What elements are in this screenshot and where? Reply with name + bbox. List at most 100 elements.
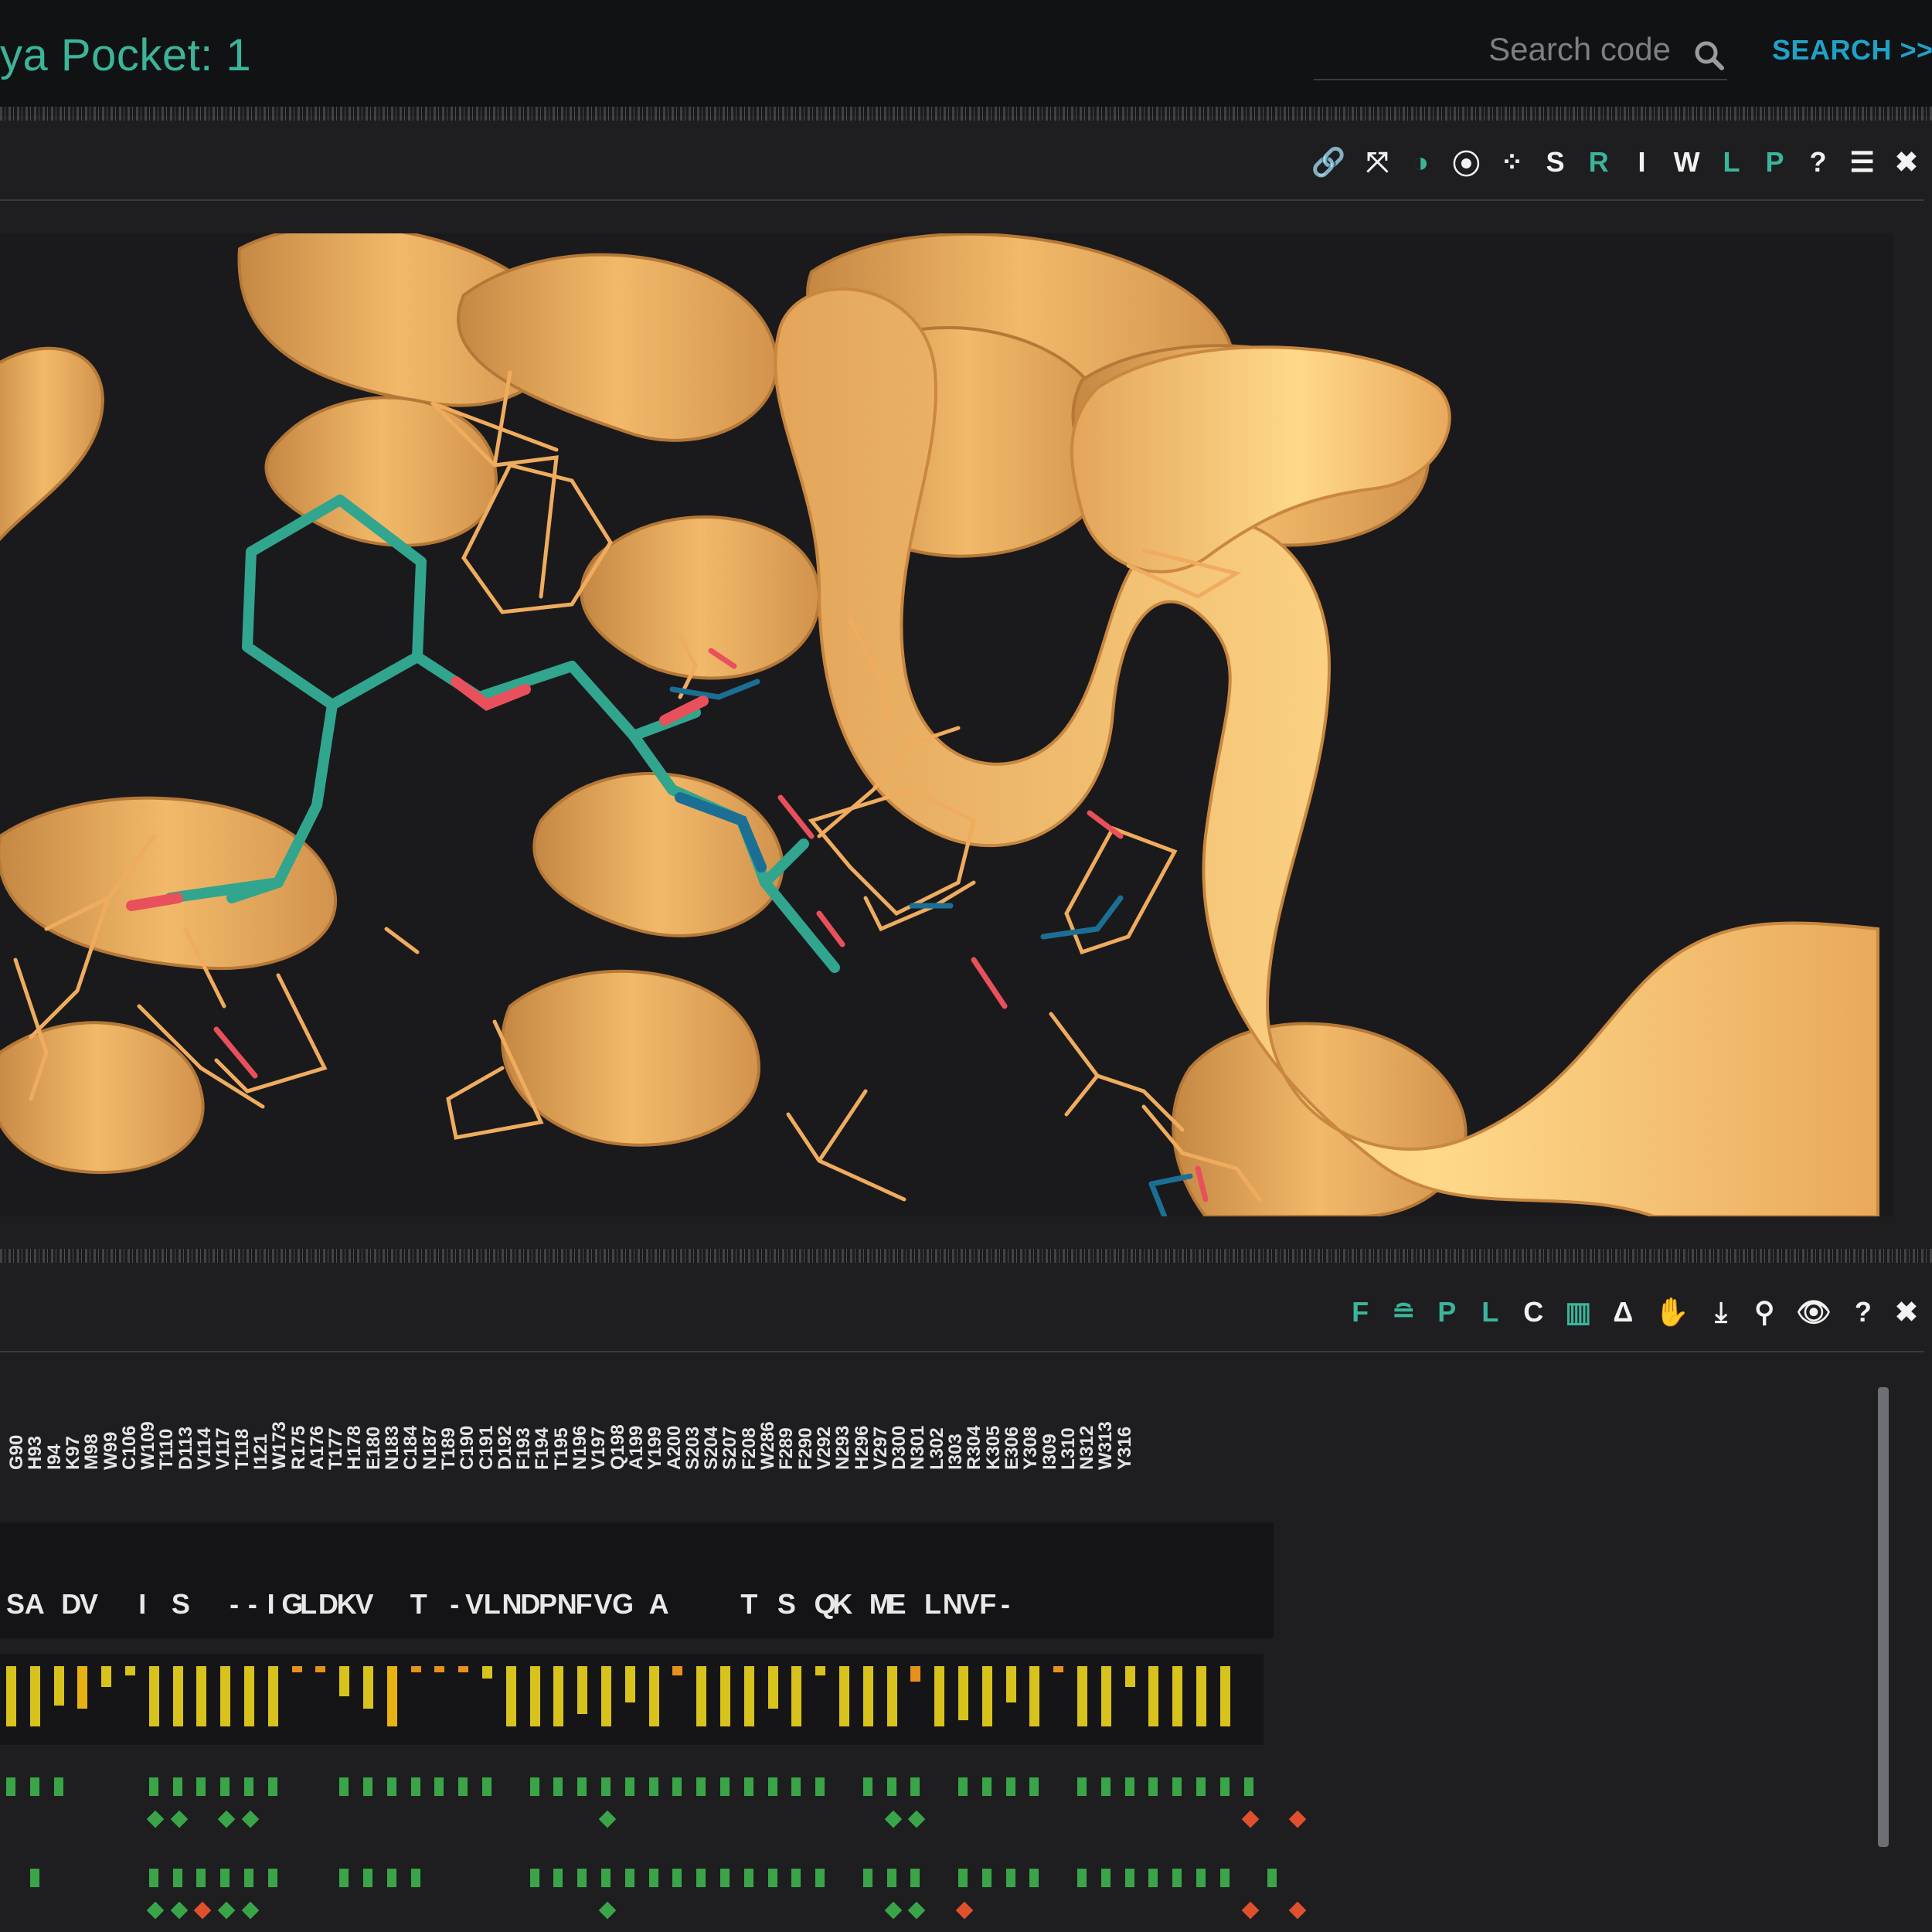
s-toggle[interactable]: S: [1544, 145, 1567, 179]
interaction-marker[interactable]: [791, 1869, 801, 1887]
sequence-letter[interactable]: -: [226, 1588, 242, 1621]
interaction-marker[interactable]: [577, 1869, 587, 1887]
interaction-marker[interactable]: [958, 1777, 968, 1796]
interaction-marker[interactable]: [1077, 1777, 1087, 1796]
interaction-marker[interactable]: [1100, 1869, 1111, 1887]
p-toggle[interactable]: P: [1435, 1295, 1458, 1329]
interaction-marker[interactable]: [886, 1777, 896, 1796]
interaction-marker[interactable]: [1172, 1869, 1182, 1887]
interaction-marker[interactable]: [767, 1869, 777, 1887]
sequence-letter[interactable]: G: [281, 1588, 303, 1621]
sequence-letter[interactable]: V: [961, 1588, 980, 1621]
interaction-marker[interactable]: [386, 1777, 396, 1796]
interaction-marker[interactable]: [648, 1777, 658, 1796]
interaction-marker[interactable]: [196, 1777, 206, 1796]
interaction-marker[interactable]: [981, 1869, 992, 1887]
interaction-marker[interactable]: [1219, 1869, 1230, 1887]
interaction-marker[interactable]: [1148, 1777, 1158, 1796]
interaction-marker[interactable]: [1124, 1869, 1134, 1887]
sequence-letter[interactable]: E: [887, 1588, 906, 1621]
interaction-marker[interactable]: [29, 1869, 39, 1887]
interaction-marker[interactable]: [958, 1869, 968, 1887]
zoom-icon[interactable]: ⚲: [1753, 1295, 1776, 1329]
sequence-letter[interactable]: F: [576, 1588, 593, 1621]
sequence-letter[interactable]: P: [539, 1588, 557, 1621]
interaction-marker[interactable]: [1243, 1777, 1253, 1796]
interaction-marker[interactable]: [886, 1869, 896, 1887]
interaction-marker[interactable]: [601, 1869, 611, 1887]
interaction-diamond[interactable]: [1288, 1901, 1307, 1920]
residue-label[interactable]: W173: [269, 1421, 291, 1470]
l-toggle[interactable]: L: [1478, 1295, 1502, 1329]
interaction-marker[interactable]: [6, 1777, 15, 1796]
target-icon[interactable]: ⦿: [1452, 145, 1480, 180]
interaction-marker[interactable]: [29, 1777, 39, 1796]
interaction-marker[interactable]: [862, 1777, 872, 1796]
interaction-marker[interactable]: [624, 1869, 634, 1887]
interaction-marker[interactable]: [743, 1869, 753, 1887]
c-toggle[interactable]: C: [1522, 1295, 1545, 1329]
interaction-marker[interactable]: [1148, 1869, 1158, 1887]
help-icon[interactable]: ?: [1807, 145, 1830, 179]
interaction-marker[interactable]: [1196, 1777, 1206, 1796]
sequence-letter[interactable]: F: [979, 1588, 996, 1621]
search-input[interactable]: [1314, 23, 1672, 76]
interaction-marker[interactable]: [148, 1869, 158, 1887]
interaction-marker[interactable]: [553, 1869, 563, 1887]
sequence-letter[interactable]: -: [245, 1588, 260, 1621]
sequence-letter[interactable]: M: [869, 1588, 893, 1621]
interaction-marker[interactable]: [244, 1777, 253, 1796]
sequence-letter[interactable]: S: [6, 1588, 25, 1621]
interaction-marker[interactable]: [172, 1869, 182, 1887]
sequence-letter[interactable]: -: [447, 1588, 462, 1621]
interaction-marker[interactable]: [363, 1869, 372, 1887]
interaction-marker[interactable]: [815, 1777, 825, 1796]
sequence-letter[interactable]: I: [134, 1588, 150, 1621]
interaction-marker[interactable]: [196, 1869, 206, 1887]
w-toggle[interactable]: W: [1674, 145, 1700, 179]
interaction-marker[interactable]: [981, 1777, 992, 1796]
i-toggle[interactable]: I: [1631, 145, 1654, 179]
interaction-marker[interactable]: [696, 1869, 706, 1887]
residue-label[interactable]: Y308: [1020, 1427, 1042, 1470]
sequence-letter[interactable]: S: [172, 1588, 190, 1621]
sequence-letter[interactable]: K: [832, 1588, 852, 1621]
l-toggle[interactable]: L: [1720, 145, 1743, 179]
interaction-marker[interactable]: [1029, 1869, 1039, 1887]
bar-chart-icon[interactable]: ▥: [1565, 1295, 1591, 1329]
interaction-marker[interactable]: [672, 1869, 682, 1887]
sequence-letter[interactable]: V: [594, 1588, 612, 1621]
interaction-marker[interactable]: [1005, 1777, 1015, 1796]
interaction-marker[interactable]: [244, 1869, 253, 1887]
r-toggle[interactable]: R: [1587, 145, 1611, 179]
molecule-viewer[interactable]: [0, 233, 1893, 1216]
interaction-marker[interactable]: [1172, 1777, 1182, 1796]
interaction-marker[interactable]: [148, 1777, 158, 1796]
residue-label[interactable]: N293: [832, 1426, 854, 1470]
sequence-letter[interactable]: G: [612, 1588, 634, 1621]
sequence-letter[interactable]: K: [337, 1588, 357, 1621]
interaction-marker[interactable]: [624, 1777, 634, 1796]
interaction-marker[interactable]: [720, 1777, 730, 1796]
interaction-marker[interactable]: [529, 1777, 539, 1796]
interaction-marker[interactable]: [434, 1777, 444, 1796]
p-toggle[interactable]: P: [1764, 145, 1787, 179]
link-icon[interactable]: 🔗: [1311, 145, 1346, 179]
interaction-marker[interactable]: [696, 1777, 706, 1796]
interaction-marker[interactable]: [339, 1777, 349, 1796]
interaction-marker[interactable]: [1077, 1869, 1087, 1887]
residue-label[interactable]: Y316: [1114, 1427, 1136, 1470]
interaction-marker[interactable]: [601, 1777, 611, 1796]
sequence-letter[interactable]: S: [777, 1588, 796, 1621]
interaction-marker[interactable]: [910, 1777, 920, 1796]
sequence-letter[interactable]: V: [355, 1588, 373, 1621]
interaction-marker[interactable]: [267, 1869, 277, 1887]
eye-icon[interactable]: 👁: [1796, 1295, 1832, 1329]
interaction-marker[interactable]: [815, 1869, 825, 1887]
interaction-marker[interactable]: [672, 1777, 682, 1796]
interaction-marker[interactable]: [410, 1777, 420, 1796]
interaction-marker[interactable]: [53, 1777, 63, 1796]
interaction-marker[interactable]: [267, 1777, 277, 1796]
hand-icon[interactable]: ✋: [1655, 1295, 1689, 1329]
interaction-marker[interactable]: [767, 1777, 777, 1796]
